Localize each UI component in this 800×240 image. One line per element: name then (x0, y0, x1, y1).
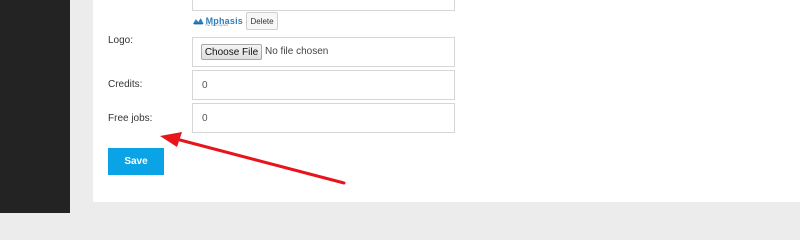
annotation-arrow-icon (160, 132, 346, 185)
